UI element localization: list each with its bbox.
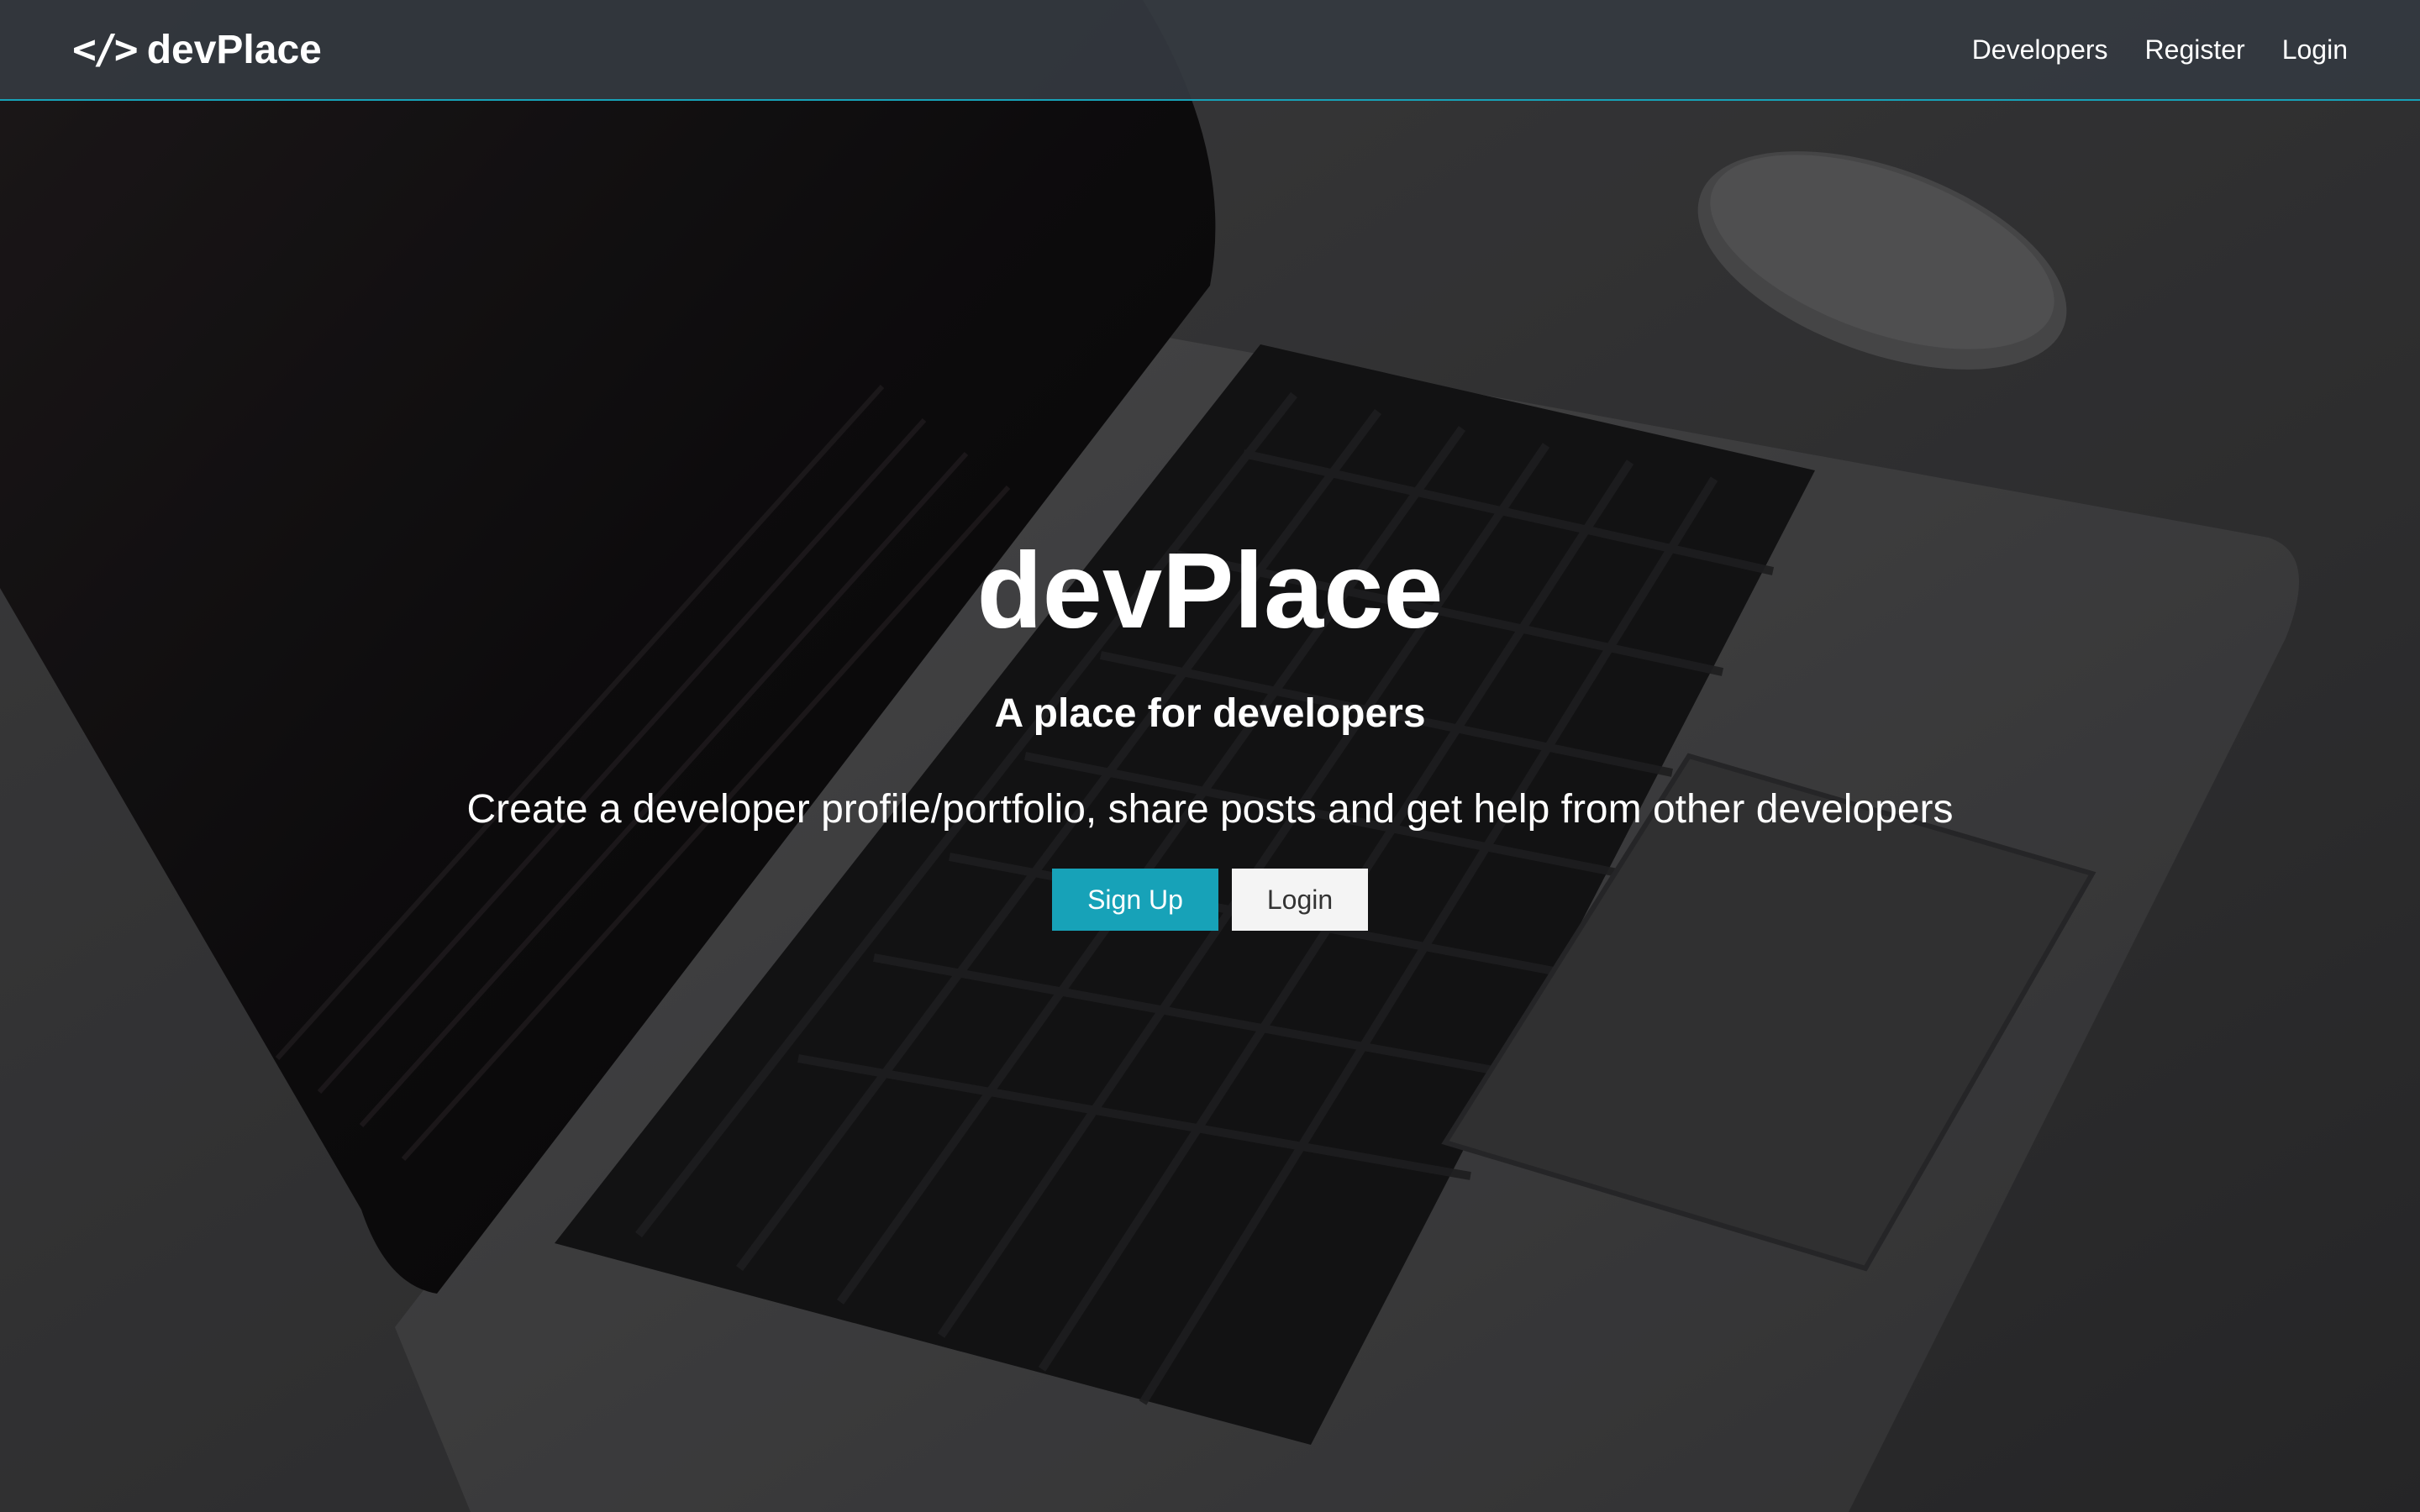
- brand-name: devPlace: [146, 27, 322, 72]
- nav-link-register[interactable]: Register: [2145, 34, 2245, 66]
- hero-buttons: Sign Up Login: [0, 869, 2420, 931]
- hero-subtitle: A place for developers: [994, 691, 1426, 736]
- nav-link-login[interactable]: Login: [2282, 34, 2348, 66]
- hero-title: devPlace: [976, 531, 1444, 651]
- landing-hero: devPlace A place for developers Create a…: [0, 538, 2420, 931]
- brand-link[interactable]: </> devPlace: [72, 27, 322, 73]
- sign-up-button[interactable]: Sign Up: [1052, 869, 1218, 931]
- top-navbar: </> devPlace Developers Register Login: [0, 0, 2420, 101]
- login-button[interactable]: Login: [1232, 869, 1368, 931]
- code-icon: </>: [72, 26, 139, 73]
- hero-description: Create a developer profile/portfolio, sh…: [466, 787, 1954, 832]
- nav-link-developers[interactable]: Developers: [1972, 34, 2108, 66]
- nav-links: Developers Register Login: [1972, 34, 2348, 66]
